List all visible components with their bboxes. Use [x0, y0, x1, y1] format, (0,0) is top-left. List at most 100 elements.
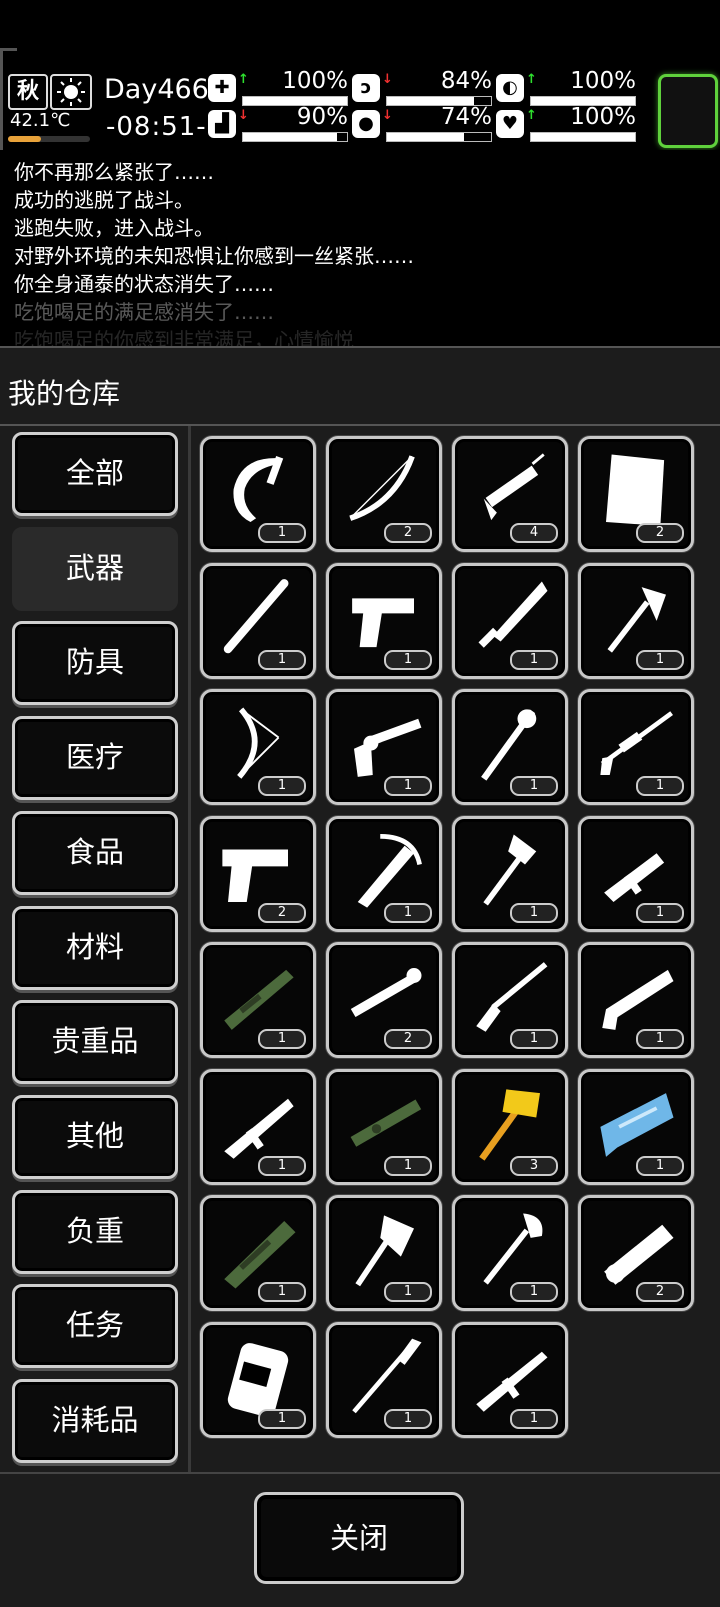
- inventory-slot[interactable]: 1: [200, 436, 316, 552]
- item-quantity: 1: [636, 649, 684, 670]
- medkit-icon: ✚: [208, 74, 236, 102]
- stomach-icon: ↄ: [352, 74, 380, 102]
- pill-icon: ◐: [496, 74, 524, 102]
- log-line: 吃饱喝足的满足感消失了……: [14, 300, 274, 324]
- inventory-slot[interactable]: 1: [452, 689, 568, 805]
- stat-stamina: ▟ ↓ 90%: [208, 104, 348, 142]
- inventory-slot[interactable]: 1: [578, 562, 694, 679]
- item-quantity: 1: [258, 523, 306, 543]
- item-quantity: 1: [384, 1408, 432, 1429]
- inventory-slot[interactable]: 1: [200, 1068, 316, 1185]
- category-list[interactable]: 全部武器防具医疗食品材料贵重品其他负重任务消耗品: [0, 426, 190, 1472]
- stat-spirit: ♥ ↑ 100%: [496, 104, 636, 142]
- category-tab-8[interactable]: 负重: [12, 1189, 178, 1274]
- item-quantity: 1: [258, 1029, 306, 1049]
- item-quantity: 1: [258, 1282, 306, 1302]
- inventory-slot[interactable]: 1: [578, 815, 694, 932]
- inventory-slot[interactable]: 4: [452, 436, 568, 552]
- category-tab-5[interactable]: 材料: [12, 905, 178, 990]
- inventory-slot[interactable]: 1: [452, 815, 568, 932]
- inventory-slot[interactable]: 1: [200, 1195, 316, 1311]
- item-quantity: 1: [384, 1282, 432, 1302]
- temperature: 42.1℃: [10, 110, 71, 131]
- log-line: 你全身通泰的状态消失了……: [14, 272, 274, 296]
- category-tab-3[interactable]: 医疗: [12, 716, 178, 801]
- stat-hunger: ↄ ↓ 84%: [352, 68, 492, 106]
- inventory-slot[interactable]: 1: [326, 562, 442, 679]
- inventory-slot[interactable]: 1: [326, 1068, 442, 1185]
- inventory-slot[interactable]: 2: [326, 436, 442, 552]
- item-quantity: 1: [510, 776, 558, 796]
- item-quantity: 3: [510, 1155, 558, 1176]
- item-quantity: 1: [510, 1408, 558, 1429]
- close-button[interactable]: 关闭: [254, 1492, 464, 1584]
- log-line: 成功的逃脱了战斗。: [14, 188, 194, 212]
- category-tab-9[interactable]: 任务: [12, 1284, 178, 1369]
- inventory-slot[interactable]: 1: [452, 942, 568, 1058]
- item-grid[interactable]: 1 2 4 2 1 1 1 1 1 1 1 1 2 1 1 1 1 2 1 1 1 1 3 1 1 1 1 2 1 1 1: [194, 426, 720, 1472]
- stat-value: 100%: [570, 68, 636, 94]
- item-quantity: 1: [258, 1155, 306, 1176]
- trend-up-icon: ↑: [526, 108, 537, 123]
- item-quantity: 1: [258, 1408, 306, 1429]
- trend-up-icon: ↑: [526, 72, 537, 87]
- stat-bar: [242, 132, 348, 142]
- panel-title: 我的仓库: [8, 377, 121, 410]
- item-quantity: 1: [636, 902, 684, 923]
- stat-mood: ◐ ↑ 100%: [496, 68, 636, 106]
- inventory-slot[interactable]: 1: [452, 1195, 568, 1311]
- inventory-slot[interactable]: 2: [200, 815, 316, 932]
- inventory-slot[interactable]: 3: [452, 1068, 568, 1185]
- inventory-slot[interactable]: 1: [578, 689, 694, 805]
- category-tab-0[interactable]: 全部: [12, 432, 178, 516]
- inventory-slot[interactable]: 2: [326, 942, 442, 1058]
- inventory-slot[interactable]: 1: [452, 562, 568, 679]
- stat-bar: [386, 132, 492, 142]
- category-tab-4[interactable]: 食品: [12, 810, 178, 895]
- stat-value: 90%: [296, 104, 348, 130]
- day-counter: Day466: [104, 74, 209, 105]
- trend-down-icon: ↓: [382, 108, 393, 123]
- boot-icon: ▟: [208, 110, 236, 138]
- item-quantity: 2: [258, 902, 306, 923]
- season-badge: 秋: [8, 74, 48, 110]
- log-line: 吃饱喝足的你感到非常满足，心情愉悦: [14, 328, 354, 346]
- item-quantity: 1: [510, 902, 558, 923]
- stat-value: 84%: [440, 68, 492, 94]
- item-quantity: 4: [510, 523, 558, 543]
- inventory-slot[interactable]: 1: [200, 942, 316, 1058]
- trend-up-icon: ↑: [238, 72, 249, 87]
- inventory-slot[interactable]: 1: [326, 1321, 442, 1438]
- inventory-slot[interactable]: 1: [578, 942, 694, 1058]
- item-quantity: 2: [384, 1029, 432, 1049]
- inventory-slot[interactable]: 2: [578, 1195, 694, 1311]
- category-tab-7[interactable]: 其他: [12, 1094, 178, 1179]
- stat-value: 100%: [282, 68, 348, 94]
- clock: -08:51-: [106, 112, 207, 142]
- inventory-slot[interactable]: 1: [326, 815, 442, 932]
- item-quantity: 1: [636, 776, 684, 796]
- inventory-slot[interactable]: 2: [578, 436, 694, 552]
- inventory-slot[interactable]: 1: [578, 1068, 694, 1185]
- inventory-slot[interactable]: 1: [200, 689, 316, 805]
- inventory-slot[interactable]: 1: [200, 1321, 316, 1438]
- stat-value: 74%: [440, 104, 492, 130]
- inventory-slot[interactable]: 1: [326, 1195, 442, 1311]
- category-tab-1[interactable]: 武器: [12, 526, 178, 611]
- temperature-bar: [8, 136, 90, 142]
- trend-down-icon: ↓: [238, 108, 249, 123]
- equipment-slot[interactable]: [658, 74, 718, 148]
- item-quantity: 1: [510, 1029, 558, 1049]
- water-drop-icon: ●: [352, 110, 380, 138]
- inventory-slot[interactable]: 1: [326, 689, 442, 805]
- sun-icon: [50, 74, 92, 110]
- inventory-slot[interactable]: 1: [452, 1321, 568, 1438]
- stat-value: 100%: [570, 104, 636, 130]
- category-tab-2[interactable]: 防具: [12, 621, 178, 706]
- log-line: 逃跑失败，进入战斗。: [14, 216, 214, 240]
- inventory-slot[interactable]: 1: [200, 562, 316, 679]
- message-log: 你不再那么紧张了…… 成功的逃脱了战斗。 逃跑失败，进入战斗。 对野外环境的未知恐惧让…: [0, 150, 720, 346]
- category-tab-10[interactable]: 消耗品: [12, 1379, 178, 1463]
- item-quantity: 1: [636, 1029, 684, 1049]
- category-tab-6[interactable]: 贵重品: [12, 1000, 178, 1085]
